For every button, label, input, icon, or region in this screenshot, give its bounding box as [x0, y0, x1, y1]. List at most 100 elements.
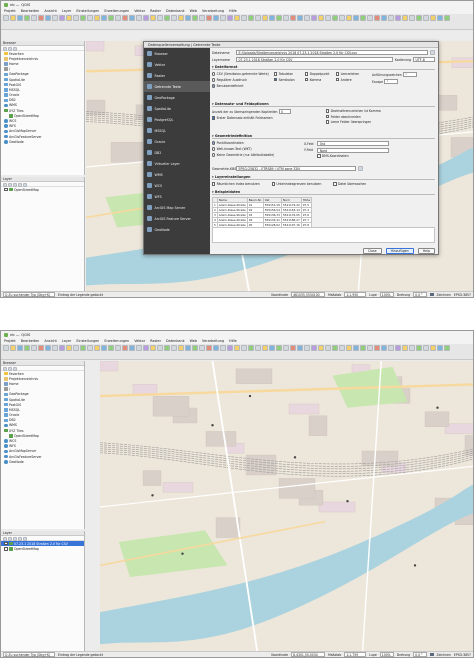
toolbar-tool-icon[interactable]: [423, 345, 429, 351]
x-field-select[interactable]: Ost: [317, 141, 390, 146]
toolbar-tool-icon[interactable]: [24, 345, 30, 351]
format-radio[interactable]: [212, 72, 216, 76]
option-checkbox[interactable]: [212, 182, 216, 186]
refresh-icon[interactable]: [3, 46, 7, 51]
toolbar-tool-icon[interactable]: [157, 15, 163, 21]
format-csv-option[interactable]: CSV (Semikolon-getrennte Werte): [212, 72, 272, 76]
toolbar-tool-icon[interactable]: [59, 345, 65, 351]
filter-legend-icon[interactable]: [13, 182, 17, 187]
delimiter-checkbox[interactable]: [336, 72, 340, 76]
toolbar-tool-icon[interactable]: [213, 345, 219, 351]
crs-status[interactable]: EPSG:3857: [454, 293, 471, 297]
nav-item[interactable]: GeoNode: [144, 224, 210, 235]
remove-layer-icon[interactable]: [23, 182, 27, 187]
crs-picker-icon[interactable]: [358, 166, 363, 171]
toolbar-tool-icon[interactable]: [24, 15, 30, 21]
toolbar-tool-icon[interactable]: [367, 345, 373, 351]
nav-item[interactable]: GeoPackage: [144, 92, 210, 103]
locator-search-input[interactable]: Q Zu suchender Typ (Strg+K): [3, 652, 55, 657]
style-icon[interactable]: [3, 182, 7, 187]
file-path-field[interactable]: E:/Uploads/Straßenverzeichnis 2018 07.23…: [236, 50, 428, 55]
nav-item[interactable]: Browser: [144, 48, 210, 59]
expand-all-icon[interactable]: [18, 536, 22, 541]
menu-item-raster[interactable]: Raster: [150, 339, 161, 343]
toolbar-tool-icon[interactable]: [388, 345, 394, 351]
toolbar-tool-icon[interactable]: [185, 15, 191, 21]
menu-item-verarbeitung[interactable]: Verarbeitung: [202, 9, 224, 13]
format-custom-option[interactable]: Benutzerdefiniert: [212, 84, 272, 88]
toolbar-tool-icon[interactable]: [339, 15, 345, 21]
toolbar-tool-icon[interactable]: [143, 345, 149, 351]
toolbar-tool-icon[interactable]: [290, 15, 296, 21]
filter-icon[interactable]: [8, 46, 12, 51]
toolbar-tool-icon[interactable]: [381, 345, 387, 351]
menu-item-einstellungen[interactable]: Einstellungen: [76, 9, 99, 13]
toolbar-tool-icon[interactable]: [248, 15, 254, 21]
menu-item-datenbank[interactable]: Datenbank: [166, 9, 185, 13]
toolbar-tool-icon[interactable]: [213, 15, 219, 21]
nav-item[interactable]: Oracle: [144, 136, 210, 147]
toolbar-tool-icon[interactable]: [360, 15, 366, 21]
decimal-comma-option[interactable]: Dezimaltrennzeichen ist Komma: [326, 109, 381, 113]
refresh-icon[interactable]: [3, 366, 7, 371]
menu-item-bearbeiten[interactable]: Bearbeiten: [21, 9, 40, 13]
option-checkbox[interactable]: [271, 182, 276, 186]
toolbar-tool-icon[interactable]: [178, 15, 184, 21]
nav-item[interactable]: Virtueller Layer: [144, 158, 210, 169]
toolbar-tool-icon[interactable]: [248, 345, 254, 351]
layer-name-field[interactable]: 07.23.1 2018 Straßen 2.0 für CSV: [236, 57, 393, 62]
remove-layer-icon[interactable]: [23, 536, 27, 541]
toolbar-tool-icon[interactable]: [199, 15, 205, 21]
scale-field[interactable]: 1:1.950: [344, 292, 367, 297]
menu-item-hilfe[interactable]: Hilfe: [229, 339, 237, 343]
menu-item-web[interactable]: Web: [190, 339, 197, 343]
option-checkbox[interactable]: [326, 109, 330, 113]
menu-item-hilfe[interactable]: Hilfe: [229, 9, 237, 13]
toolbar-tool-icon[interactable]: [73, 15, 79, 21]
geometry-none-option[interactable]: Keine Geometrie (nur Attributtabelle): [212, 153, 302, 157]
toolbar-tool-icon[interactable]: [164, 15, 170, 21]
toolbar-tool-icon[interactable]: [150, 345, 156, 351]
menu-item-layer[interactable]: Layer: [62, 339, 71, 343]
nav-item[interactable]: WFS: [144, 191, 210, 202]
toolbar-tool-icon[interactable]: [430, 15, 436, 21]
encoding-select[interactable]: UTF-8: [413, 57, 435, 62]
toolbar-tool-icon[interactable]: [38, 345, 44, 351]
toolbar-tool-icon[interactable]: [395, 345, 401, 351]
toolbar-tool-icon[interactable]: [66, 15, 72, 21]
toolbar-tool-icon[interactable]: [332, 15, 338, 21]
toolbar-tool-icon[interactable]: [80, 15, 86, 21]
trim-fields-option[interactable]: Felder abschneiden: [326, 115, 381, 119]
coordinate-field[interactable]: 8.4301,50.0034: [291, 652, 326, 657]
menu-item-vektor[interactable]: Vektor: [134, 339, 145, 343]
delimiter-comma-option[interactable]: Komma: [305, 78, 333, 82]
toolbar-tool-icon[interactable]: [52, 345, 58, 351]
format-radio[interactable]: [212, 84, 216, 88]
toolbar-tool-icon[interactable]: [416, 15, 422, 21]
delimiter-colon-option[interactable]: Doppelpunkt: [305, 72, 333, 76]
toolbar-tool-icon[interactable]: [255, 15, 261, 21]
toolbar-tool-icon[interactable]: [150, 15, 156, 21]
toolbar-tool-icon[interactable]: [353, 15, 359, 21]
toolbar-tool-icon[interactable]: [276, 345, 282, 351]
menu-item-erweiterungen[interactable]: Erweiterungen: [104, 339, 129, 343]
quote-field[interactable]: ": [402, 72, 417, 77]
toolbar-tool-icon[interactable]: [409, 345, 415, 351]
layer-visibility-checkbox[interactable]: [4, 187, 8, 192]
menu-item-web[interactable]: Web: [190, 9, 197, 13]
toolbar-tool-icon[interactable]: [199, 345, 205, 351]
toolbar-tool-icon[interactable]: [17, 15, 23, 21]
toolbar-tool-icon[interactable]: [437, 15, 443, 21]
spatial-index-option[interactable]: Räumlichen Index benutzen: [212, 182, 260, 186]
first-record-fieldnames-option[interactable]: Erster Datensatz enthält Feldnamen: [212, 116, 324, 120]
menu-item-projekt[interactable]: Projekt: [4, 9, 16, 13]
toolbar-tool-icon[interactable]: [94, 345, 100, 351]
toolbar-tool-icon[interactable]: [416, 345, 422, 351]
header-skip-spinbox[interactable]: 0: [278, 109, 291, 114]
toolbar-tool-icon[interactable]: [304, 345, 310, 351]
toolbar-tool-icon[interactable]: [157, 345, 163, 351]
locator-search-input[interactable]: Q Zu suchender Typ (Strg+K): [3, 292, 55, 297]
toolbar-tool-icon[interactable]: [129, 345, 135, 351]
toolbar-tool-icon[interactable]: [311, 15, 317, 21]
delimiter-checkbox[interactable]: [274, 72, 278, 76]
